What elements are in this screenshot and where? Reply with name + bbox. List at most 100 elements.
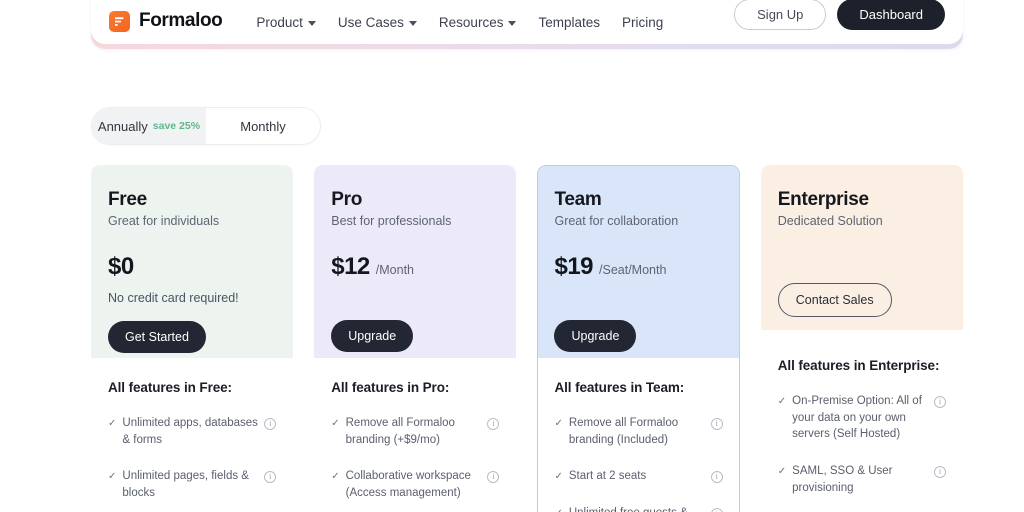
pricing-page: Formaloo Product Use Cases Resources Tem… bbox=[0, 0, 1024, 512]
plan-name: Enterprise bbox=[777, 189, 869, 210]
check-icon: ✓ bbox=[108, 418, 117, 429]
info-icon[interactable]: i bbox=[264, 471, 277, 484]
pricing-card-pro: Pro Best for professionals $12 /Month Up… bbox=[314, 165, 517, 512]
features-heading: All features in Enterprise: bbox=[777, 358, 940, 373]
contact-sales-button[interactable]: Contact Sales bbox=[777, 283, 892, 317]
nav-item-use-cases[interactable]: Use Cases bbox=[338, 15, 417, 30]
feature-item: ✓ Unlimited pages, fields & blocks i bbox=[108, 468, 277, 501]
check-icon: ✓ bbox=[777, 396, 787, 407]
info-icon[interactable]: i bbox=[710, 418, 723, 430]
pricing-card-team: Team Great for collaboration $19 /Seat/M… bbox=[537, 165, 740, 512]
plan-price-unit: /Seat/Month bbox=[599, 263, 667, 277]
info-icon[interactable]: i bbox=[710, 508, 723, 512]
feature-item: ✓ Start at 2 seats i bbox=[554, 468, 723, 485]
feature-text: Unlimited apps, databases & forms bbox=[122, 417, 258, 446]
features-heading: All features in Team: bbox=[554, 380, 685, 395]
plan-price: $12 bbox=[331, 253, 370, 280]
card-header-team: Team Great for collaboration $19 /Seat/M… bbox=[538, 166, 739, 358]
pricing-card-free: Free Great for individuals $0 No credit … bbox=[91, 165, 294, 512]
plan-tagline: Dedicated Solution bbox=[777, 214, 883, 228]
nav-item-templates[interactable]: Templates bbox=[538, 15, 600, 30]
plan-name: Free bbox=[108, 189, 147, 210]
feature-item: ✓ Unlimited apps, databases & forms i bbox=[108, 415, 277, 448]
upgrade-button-team[interactable]: Upgrade bbox=[554, 320, 637, 352]
plan-tagline: Best for professionals bbox=[331, 214, 452, 228]
plan-price-unit: /Month bbox=[375, 263, 414, 277]
chevron-down-icon bbox=[307, 21, 316, 26]
features-heading: All features in Pro: bbox=[331, 380, 450, 395]
feature-text: Unlimited pages, fields & blocks bbox=[122, 470, 249, 500]
upgrade-button-pro[interactable]: Upgrade bbox=[331, 320, 414, 352]
toggle-option-annually[interactable]: Annually save 25% bbox=[92, 108, 206, 144]
nav-label: Product bbox=[256, 15, 303, 30]
nav-label: Use Cases bbox=[337, 15, 404, 30]
feature-text: Remove all Formaloo branding (Included) bbox=[568, 417, 679, 446]
feature-text: Remove all Formaloo branding (+$9/mo) bbox=[345, 417, 455, 446]
toggle-annually-label: Annually bbox=[97, 118, 148, 134]
chevron-down-icon bbox=[408, 21, 417, 26]
feature-item: ✓ Collaborative workspace (Access manage… bbox=[331, 468, 500, 501]
main-nav: Product Use Cases Resources Templates Pr… bbox=[256, 15, 663, 30]
card-features-pro: All features in Pro: ✓ Remove all Formal… bbox=[314, 358, 517, 512]
feature-text: Unlimited free guests & bbox=[569, 505, 705, 512]
sign-up-button[interactable]: Sign Up bbox=[734, 0, 827, 30]
check-icon: ✓ bbox=[777, 466, 787, 478]
feature-text: SAML, SSO & User provisioning bbox=[792, 465, 893, 494]
plan-price-note: No credit card required! bbox=[108, 291, 239, 305]
info-icon[interactable]: i bbox=[934, 466, 946, 479]
nav-item-resources[interactable]: Resources bbox=[439, 15, 517, 30]
plan-price: $19 bbox=[554, 253, 594, 280]
card-header-pro: Pro Best for professionals $12 /Month Up… bbox=[314, 165, 517, 358]
plan-name: Pro bbox=[331, 189, 363, 210]
brand-name: Formaloo bbox=[139, 10, 223, 31]
header-actions: Sign Up Dashboard bbox=[734, 0, 945, 30]
dashboard-button[interactable]: Dashboard bbox=[837, 0, 945, 30]
card-features-enterprise: All features in Enterprise: ✓ On-Premise… bbox=[760, 330, 963, 512]
plan-price-row: $0 bbox=[108, 253, 276, 281]
pricing-cards: Free Great for individuals $0 No credit … bbox=[91, 165, 963, 512]
card-header-free: Free Great for individuals $0 No credit … bbox=[91, 165, 294, 358]
features-heading: All features in Free: bbox=[108, 380, 232, 395]
info-icon[interactable]: i bbox=[264, 418, 277, 430]
brand[interactable]: Formaloo bbox=[109, 10, 223, 32]
card-features-team: All features in Team: ✓ Remove all Forma… bbox=[538, 358, 739, 512]
check-icon: ✓ bbox=[554, 505, 562, 512]
info-icon[interactable]: i bbox=[710, 471, 723, 484]
feature-item: ✓ Unlimited free guests & i bbox=[554, 505, 723, 512]
nav-item-product[interactable]: Product bbox=[256, 15, 316, 30]
site-header: Formaloo Product Use Cases Resources Tem… bbox=[91, 0, 963, 49]
plan-name: Team bbox=[554, 189, 602, 210]
feature-item: ✓ On-Premise Option: All of your data on… bbox=[778, 393, 946, 443]
feature-item: ✓ Remove all Formaloo branding (Included… bbox=[554, 415, 723, 448]
check-icon: ✓ bbox=[331, 471, 340, 483]
plan-price-row: $19 /Seat/Month bbox=[554, 253, 722, 281]
toggle-monthly-label: Monthly bbox=[240, 118, 286, 134]
toggle-option-monthly[interactable]: Monthly bbox=[206, 108, 320, 144]
nav-item-pricing[interactable]: Pricing bbox=[622, 15, 663, 30]
check-icon: ✓ bbox=[554, 471, 563, 483]
check-icon: ✓ bbox=[108, 471, 117, 483]
nav-label: Templates bbox=[538, 15, 600, 30]
card-header-enterprise: Enterprise Dedicated Solution Contact Sa… bbox=[760, 165, 963, 330]
pricing-card-enterprise: Enterprise Dedicated Solution Contact Sa… bbox=[760, 165, 963, 512]
formaloo-logo-icon bbox=[109, 10, 130, 32]
get-started-button[interactable]: Get Started bbox=[108, 321, 206, 353]
plan-price-row: $12 /Month bbox=[331, 253, 499, 281]
info-icon[interactable]: i bbox=[487, 471, 500, 484]
plan-tagline: Great for individuals bbox=[108, 214, 220, 228]
check-icon: ✓ bbox=[554, 418, 563, 429]
feature-item: ✓ SAML, SSO & User provisioning i bbox=[778, 463, 946, 496]
feature-text: Collaborative workspace (Access manageme… bbox=[345, 470, 471, 500]
feature-text: Start at 2 seats bbox=[568, 470, 647, 483]
check-icon: ✓ bbox=[331, 418, 340, 429]
toggle-annually-save-badge: save 25% bbox=[152, 120, 201, 132]
billing-period-toggle[interactable]: Annually save 25% Monthly bbox=[91, 107, 321, 145]
chevron-down-icon bbox=[508, 21, 517, 26]
nav-label: Resources bbox=[438, 15, 504, 30]
nav-label: Pricing bbox=[621, 15, 664, 30]
info-icon[interactable]: i bbox=[934, 396, 946, 408]
header-bar: Formaloo Product Use Cases Resources Tem… bbox=[91, 0, 963, 44]
plan-tagline: Great for collaboration bbox=[554, 214, 679, 228]
plan-price: $0 bbox=[108, 253, 134, 280]
info-icon[interactable]: i bbox=[487, 418, 500, 430]
